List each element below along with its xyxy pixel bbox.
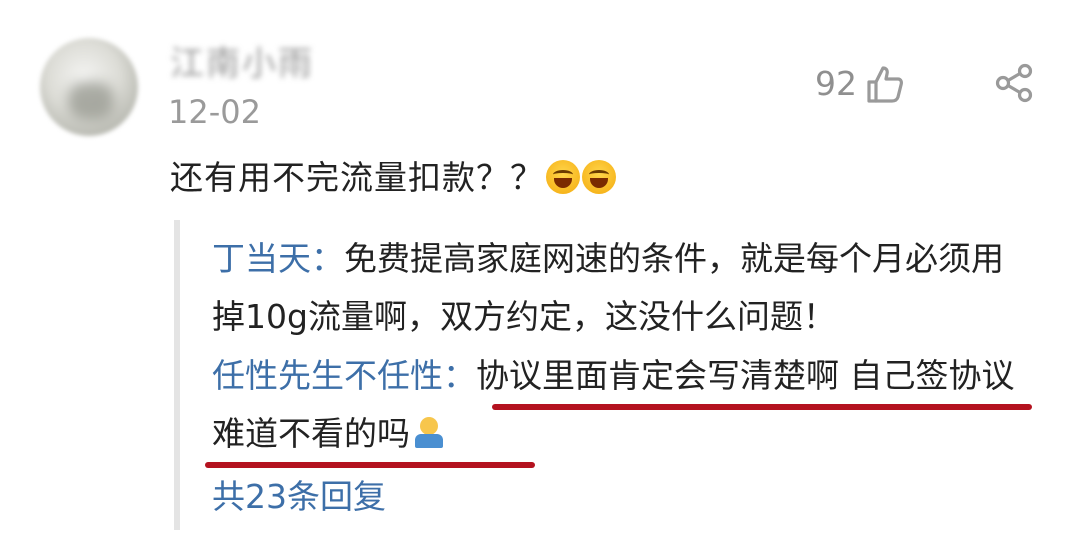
like-button[interactable]: 92 [815, 64, 903, 104]
comment-card: 江南小雨 12-02 92 还有用不完流量扣款？？ 丁当天：免费提高家庭网速的条… [0, 0, 1080, 555]
share-icon[interactable] [994, 63, 1034, 103]
comment-body: 还有用不完流量扣款？？ [170, 158, 544, 197]
annotation-underline [492, 404, 1032, 410]
reply-separator: ： [311, 239, 344, 278]
reply-author[interactable]: 任性先生不任性 [212, 356, 443, 395]
avatar[interactable] [40, 38, 138, 136]
laughing-tears-emoji [546, 160, 580, 194]
comment-date: 12-02 [168, 93, 261, 131]
username[interactable]: 江南小雨 [170, 40, 314, 84]
thumbs-up-icon[interactable] [867, 65, 903, 103]
comment-text: 还有用不完流量扣款？？ [170, 153, 616, 203]
reply-author[interactable]: 丁当天 [212, 239, 311, 278]
reply-separator: ： [443, 356, 476, 395]
annotation-underline [205, 462, 535, 468]
reply-list: 丁当天：免费提高家庭网速的条件，就是每个月必须用掉10g流量啊，双方约定，这没什… [174, 220, 1050, 530]
laughing-tears-emoji [582, 160, 616, 194]
reply-item: 丁当天：免费提高家庭网速的条件，就是每个月必须用掉10g流量啊，双方约定，这没什… [212, 230, 1032, 346]
more-replies-link[interactable]: 共23条回复 [212, 472, 386, 522]
like-count: 92 [815, 64, 857, 103]
shrug-emoji [412, 417, 444, 449]
